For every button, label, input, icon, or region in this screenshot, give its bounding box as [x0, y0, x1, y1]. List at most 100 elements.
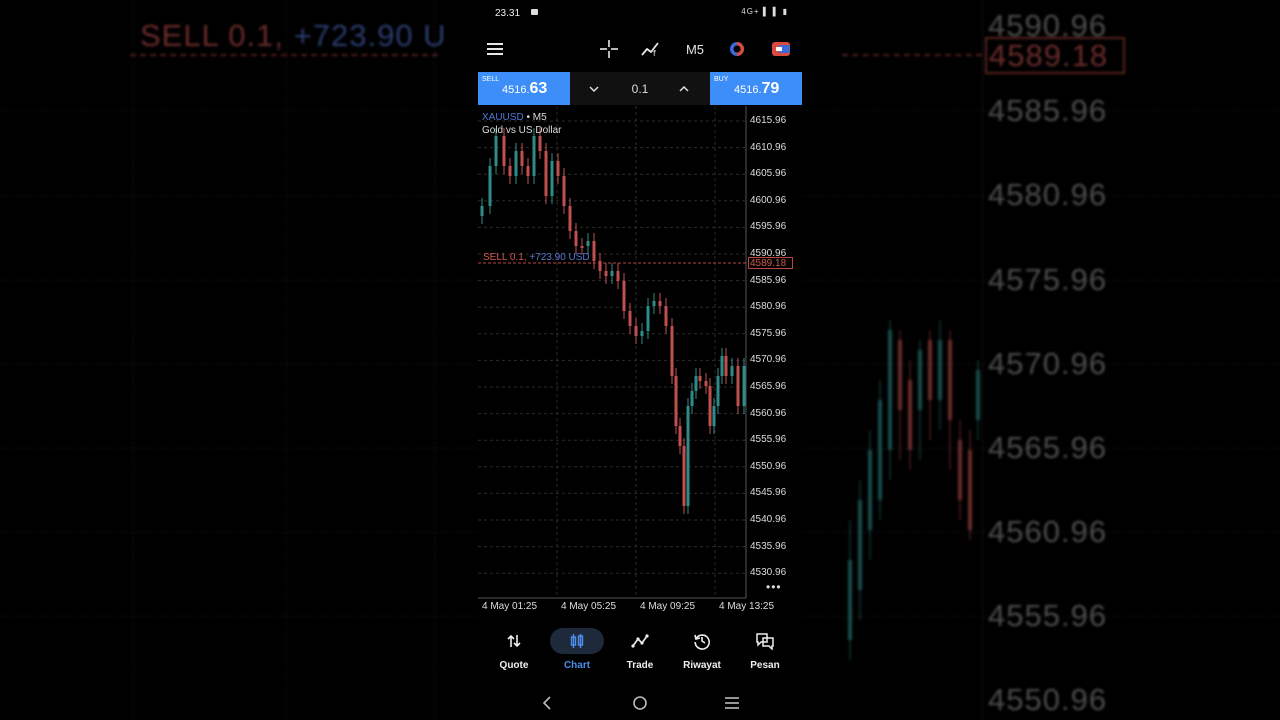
candle-body	[622, 281, 626, 311]
time-label: 4 May 01:25	[482, 601, 538, 612]
candle-body	[698, 376, 702, 381]
buy-button[interactable]: BUY 4516.79	[710, 72, 802, 105]
background-position-label: SELL 0.1, +723.90 U	[140, 18, 447, 54]
home-icon[interactable]	[628, 692, 652, 714]
candle-body	[716, 376, 720, 406]
nav-chart[interactable]: Chart	[545, 624, 609, 676]
candle-body	[532, 136, 536, 176]
background-price-label: 4575.96	[988, 262, 1108, 297]
price-level-label: 4545.96	[750, 487, 787, 499]
sell-label: SELL	[482, 76, 500, 83]
background-price-label: 4550.96	[988, 682, 1108, 717]
candle-body	[598, 261, 602, 271]
chart-symbol: XAUUSD • M5	[482, 112, 547, 123]
candle-body	[550, 161, 554, 196]
position-line-label[interactable]: SELL 0.1, +723.90 USD	[483, 252, 590, 263]
candle-body	[742, 366, 746, 406]
volume-value[interactable]: 0.1	[620, 82, 660, 96]
candle-body	[480, 206, 484, 216]
candle-body	[670, 326, 674, 376]
price-chart[interactable]: XAUUSD • M5 Gold vs US Dollar SELL 0.1, …	[478, 106, 802, 618]
bottom-navigation: Quote Chart Trade Riwayat Pesan	[478, 624, 802, 676]
hamburger-menu-icon[interactable]	[482, 32, 508, 66]
buy-price: 4516.79	[734, 80, 780, 97]
candle-body	[664, 306, 668, 326]
timeframe-button[interactable]: M5	[680, 32, 710, 66]
volume-decrease-button[interactable]	[584, 80, 604, 98]
one-click-trade-icon[interactable]	[768, 32, 794, 66]
chevron-down-icon	[589, 86, 599, 92]
candle-body	[634, 326, 638, 336]
status-bar: 23.31 4G+ ▌ ▌ ▮	[478, 0, 802, 26]
recording-icon	[531, 9, 538, 15]
sell-button[interactable]: SELL 4516.63	[478, 72, 570, 105]
nav-label: Trade	[626, 660, 654, 671]
nav-trade[interactable]: Trade	[608, 624, 672, 676]
nav-label: Pesan	[750, 660, 780, 671]
candle-body	[682, 446, 686, 506]
candle-body	[556, 161, 560, 176]
candle-body	[568, 206, 572, 231]
current-price-marker: 4589.18	[748, 257, 793, 269]
chevron-up-icon	[679, 86, 689, 92]
symbol-name: XAUUSD	[482, 112, 524, 123]
price-level-label: 4595.96	[750, 221, 787, 233]
candle-body	[704, 381, 708, 386]
price-level-label: 4570.96	[750, 354, 787, 366]
background-candles	[848, 320, 980, 660]
candle-body	[646, 306, 650, 331]
background-price-label: 4585.96	[988, 93, 1108, 128]
quote-arrows-icon	[487, 628, 541, 654]
objects-icon[interactable]	[724, 32, 750, 66]
candle-body	[580, 246, 584, 248]
price-level-label: 4530.96	[750, 567, 787, 579]
price-level-label: 4610.96	[750, 141, 787, 153]
candle-body	[616, 271, 620, 281]
chart-candles-icon	[550, 628, 604, 654]
candle-body	[652, 301, 656, 306]
volume-increase-button[interactable]	[674, 80, 694, 98]
candle-body	[574, 231, 578, 246]
nav-history[interactable]: Riwayat	[670, 624, 734, 676]
candle-body	[514, 151, 518, 176]
candle-body	[520, 151, 524, 166]
phone-screen: 23.31 4G+ ▌ ▌ ▮ f M5 SELL 4516.63 0.1 BU…	[478, 0, 802, 720]
svg-text:f: f	[653, 49, 656, 57]
more-options-icon[interactable]: •••	[766, 580, 782, 594]
position-profit: +723.90 USD	[526, 252, 590, 263]
nav-messages[interactable]: Pesan	[733, 624, 797, 676]
candle-body	[730, 366, 734, 376]
price-level-label: 4555.96	[750, 434, 787, 446]
candle-body	[694, 376, 698, 391]
candle-body	[538, 136, 542, 151]
candle-body	[586, 241, 590, 246]
indicators-icon[interactable]: f	[638, 32, 664, 66]
candle-body	[526, 166, 530, 176]
trade-line-icon	[613, 628, 667, 654]
candle-body	[494, 136, 498, 166]
buy-label: BUY	[714, 76, 729, 83]
back-icon[interactable]	[535, 692, 559, 714]
background-price-label: 4560.96	[988, 514, 1108, 549]
candle-body	[508, 166, 512, 176]
price-level-label: 4600.96	[750, 194, 787, 206]
candle-body	[690, 391, 694, 406]
price-level-label: 4560.96	[750, 407, 787, 419]
candle-body	[544, 151, 548, 196]
candle-body	[628, 311, 632, 326]
chart-toolbar: f M5	[478, 32, 802, 66]
candle-body	[502, 136, 506, 166]
nav-label: Riwayat	[683, 660, 721, 671]
candle-body	[592, 241, 596, 261]
history-icon	[675, 628, 729, 654]
background-price-label: 4565.96	[988, 430, 1108, 465]
price-level-label: 4585.96	[750, 274, 787, 286]
position-side: SELL 0.1,	[483, 252, 527, 263]
crosshair-icon[interactable]	[596, 32, 622, 66]
one-click-trade-panel: SELL 4516.63 0.1 BUY 4516.79	[478, 72, 802, 105]
recents-icon[interactable]	[720, 692, 744, 714]
candle-body	[686, 406, 690, 506]
price-level-label: 4615.96	[750, 115, 787, 126]
candle-body	[708, 386, 712, 426]
nav-quote[interactable]: Quote	[482, 624, 546, 676]
